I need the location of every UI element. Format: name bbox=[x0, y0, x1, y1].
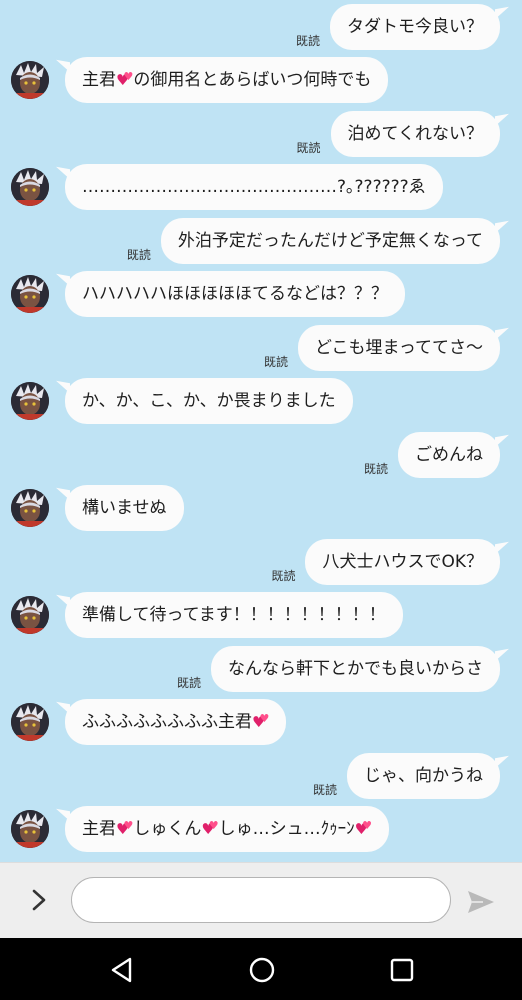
received-message-bubble[interactable]: ハハハハハほほほほほてるなどは？？？ bbox=[65, 271, 405, 317]
sent-message-row: どこも埋まっててさ〜既読 bbox=[0, 325, 522, 371]
sent-message-row: なんなら軒下とかでも良いからさ既読 bbox=[0, 646, 522, 692]
message-text: どこも埋まっててさ〜 bbox=[315, 338, 483, 358]
heart-emoji-icon: ♥♥ bbox=[201, 819, 218, 838]
read-receipt: 既読 bbox=[271, 569, 296, 583]
sent-message-bubble[interactable]: 外泊予定だったんだけど予定無くなって bbox=[160, 218, 500, 264]
message-text: 準備して待ってます！！！！！！！！！ bbox=[82, 605, 386, 625]
read-receipt: 既読 bbox=[177, 676, 202, 690]
sent-message-bubble[interactable]: じゃ、向かうね bbox=[347, 753, 500, 799]
message-text: しゅくん bbox=[133, 819, 202, 839]
received-message-bubble[interactable]: 主君♥♥ しゅくん♥♥ しゅ…シュ…ｸｩｰﾝ♥♥ bbox=[65, 806, 389, 852]
avatar[interactable] bbox=[11, 489, 49, 527]
avatar[interactable] bbox=[11, 703, 49, 741]
sent-message-row: じゃ、向かうね既読 bbox=[0, 753, 522, 799]
avatar[interactable] bbox=[11, 596, 49, 634]
received-message-row: ………………………………………?｡??????ゑ bbox=[0, 164, 522, 210]
message-text: ハハハハハほほほほほてるなどは？？？ bbox=[82, 284, 388, 304]
received-message-bubble[interactable]: ………………………………………?｡??????ゑ bbox=[65, 164, 443, 210]
received-message-row: 構いませぬ bbox=[0, 485, 522, 531]
heart-emoji-icon: ♥♥ bbox=[116, 70, 133, 89]
message-text: か、か、こ、か、か畏まりました bbox=[82, 391, 336, 411]
heart-emoji-icon: ♥♥ bbox=[252, 712, 269, 731]
sent-message-row: 八犬士ハウスでOK？ 既読 bbox=[0, 539, 522, 585]
message-text: タダトモ今良い？ bbox=[347, 17, 483, 37]
message-text: 主君 bbox=[82, 819, 116, 839]
sent-message-row: 泊めてくれない？ 既読 bbox=[0, 111, 522, 157]
received-message-row: 準備して待ってます！！！！！！！！！ bbox=[0, 592, 522, 638]
nav-back-icon[interactable] bbox=[108, 955, 138, 985]
system-navigation-bar bbox=[0, 938, 522, 1000]
received-message-bubble[interactable]: 主君♥♥ の御用名とあらばいつ何時でも bbox=[65, 57, 389, 103]
message-text: なんなら軒下とかでも良いからさ bbox=[228, 659, 483, 679]
sent-message-bubble[interactable]: 泊めてくれない？ bbox=[330, 111, 500, 157]
message-text: ごめんね bbox=[415, 445, 483, 465]
received-message-row: ハハハハハほほほほほてるなどは？？？ bbox=[0, 271, 522, 317]
message-input[interactable] bbox=[71, 877, 451, 923]
read-receipt: 既読 bbox=[364, 462, 389, 476]
read-receipt: 既読 bbox=[296, 34, 321, 48]
nav-recents-icon[interactable] bbox=[387, 955, 417, 985]
message-text: しゅ…シュ…ｸｩｰﾝ bbox=[218, 819, 355, 839]
message-text: ………………………………………?｡??????ゑ bbox=[82, 177, 426, 197]
message-text: 構いませぬ bbox=[82, 498, 167, 518]
read-receipt: 既読 bbox=[313, 783, 338, 797]
sent-message-bubble[interactable]: タダトモ今良い？ bbox=[330, 4, 500, 50]
sent-message-bubble[interactable]: 八犬士ハウスでOK？ bbox=[305, 539, 500, 585]
read-receipt: 既読 bbox=[126, 248, 151, 262]
received-message-bubble[interactable]: か、か、こ、か、か畏まりました bbox=[65, 378, 353, 424]
avatar[interactable] bbox=[11, 275, 49, 313]
received-message-bubble[interactable]: 構いませぬ bbox=[65, 485, 184, 531]
received-message-row: ふふふふふふふふ主君♥♥ bbox=[0, 699, 522, 745]
read-receipt: 既読 bbox=[264, 355, 289, 369]
sent-message-bubble[interactable]: どこも埋まっててさ〜 bbox=[298, 325, 500, 371]
message-text: 八犬士ハウスでOK？ bbox=[322, 552, 483, 572]
message-text: じゃ、向かうね bbox=[364, 766, 483, 786]
message-text: 主君 bbox=[82, 70, 116, 90]
avatar[interactable] bbox=[11, 61, 49, 99]
sent-message-bubble[interactable]: ごめんね bbox=[398, 432, 500, 478]
sent-message-row: ごめんね既読 bbox=[0, 432, 522, 478]
chat-screen: タダトモ今良い？ 既読 主君♥♥ の御用名とあらばいつ何時でも 泊めてくれない？ 既読……… bbox=[0, 0, 522, 1000]
nav-home-icon[interactable] bbox=[247, 955, 277, 985]
message-text: の御用名とあらばいつ何時でも bbox=[133, 70, 372, 90]
sent-message-row: 外泊予定だったんだけど予定無くなって既読 bbox=[0, 218, 522, 264]
received-message-bubble[interactable]: 準備して待ってます！！！！！！！！！ bbox=[65, 592, 403, 638]
message-text: 泊めてくれない？ bbox=[347, 124, 484, 144]
sent-message-row: タダトモ今良い？ 既読 bbox=[0, 4, 522, 50]
avatar[interactable] bbox=[11, 168, 49, 206]
message-text: ふふふふふふふふ主君 bbox=[82, 712, 252, 732]
message-text: 外泊予定だったんだけど予定無くなって bbox=[177, 231, 483, 251]
chevron-right-icon[interactable] bbox=[24, 885, 54, 915]
read-receipt: 既読 bbox=[296, 141, 321, 155]
composer-bar bbox=[0, 862, 522, 939]
message-list[interactable]: タダトモ今良い？ 既読 主君♥♥ の御用名とあらばいつ何時でも 泊めてくれない？ 既読……… bbox=[0, 0, 522, 862]
received-message-row: 主君♥♥ の御用名とあらばいつ何時でも bbox=[0, 57, 522, 103]
avatar[interactable] bbox=[11, 810, 49, 848]
received-message-bubble[interactable]: ふふふふふふふふ主君♥♥ bbox=[65, 699, 287, 745]
received-message-row: 主君♥♥ しゅくん♥♥ しゅ…シュ…ｸｩｰﾝ♥♥ bbox=[0, 806, 522, 852]
send-icon[interactable] bbox=[465, 887, 497, 917]
heart-emoji-icon: ♥♥ bbox=[354, 819, 372, 838]
received-message-row: か、か、こ、か、か畏まりました bbox=[0, 378, 522, 424]
avatar[interactable] bbox=[11, 382, 49, 420]
heart-emoji-icon: ♥♥ bbox=[116, 819, 133, 838]
sent-message-bubble[interactable]: なんなら軒下とかでも良いからさ bbox=[211, 646, 500, 692]
